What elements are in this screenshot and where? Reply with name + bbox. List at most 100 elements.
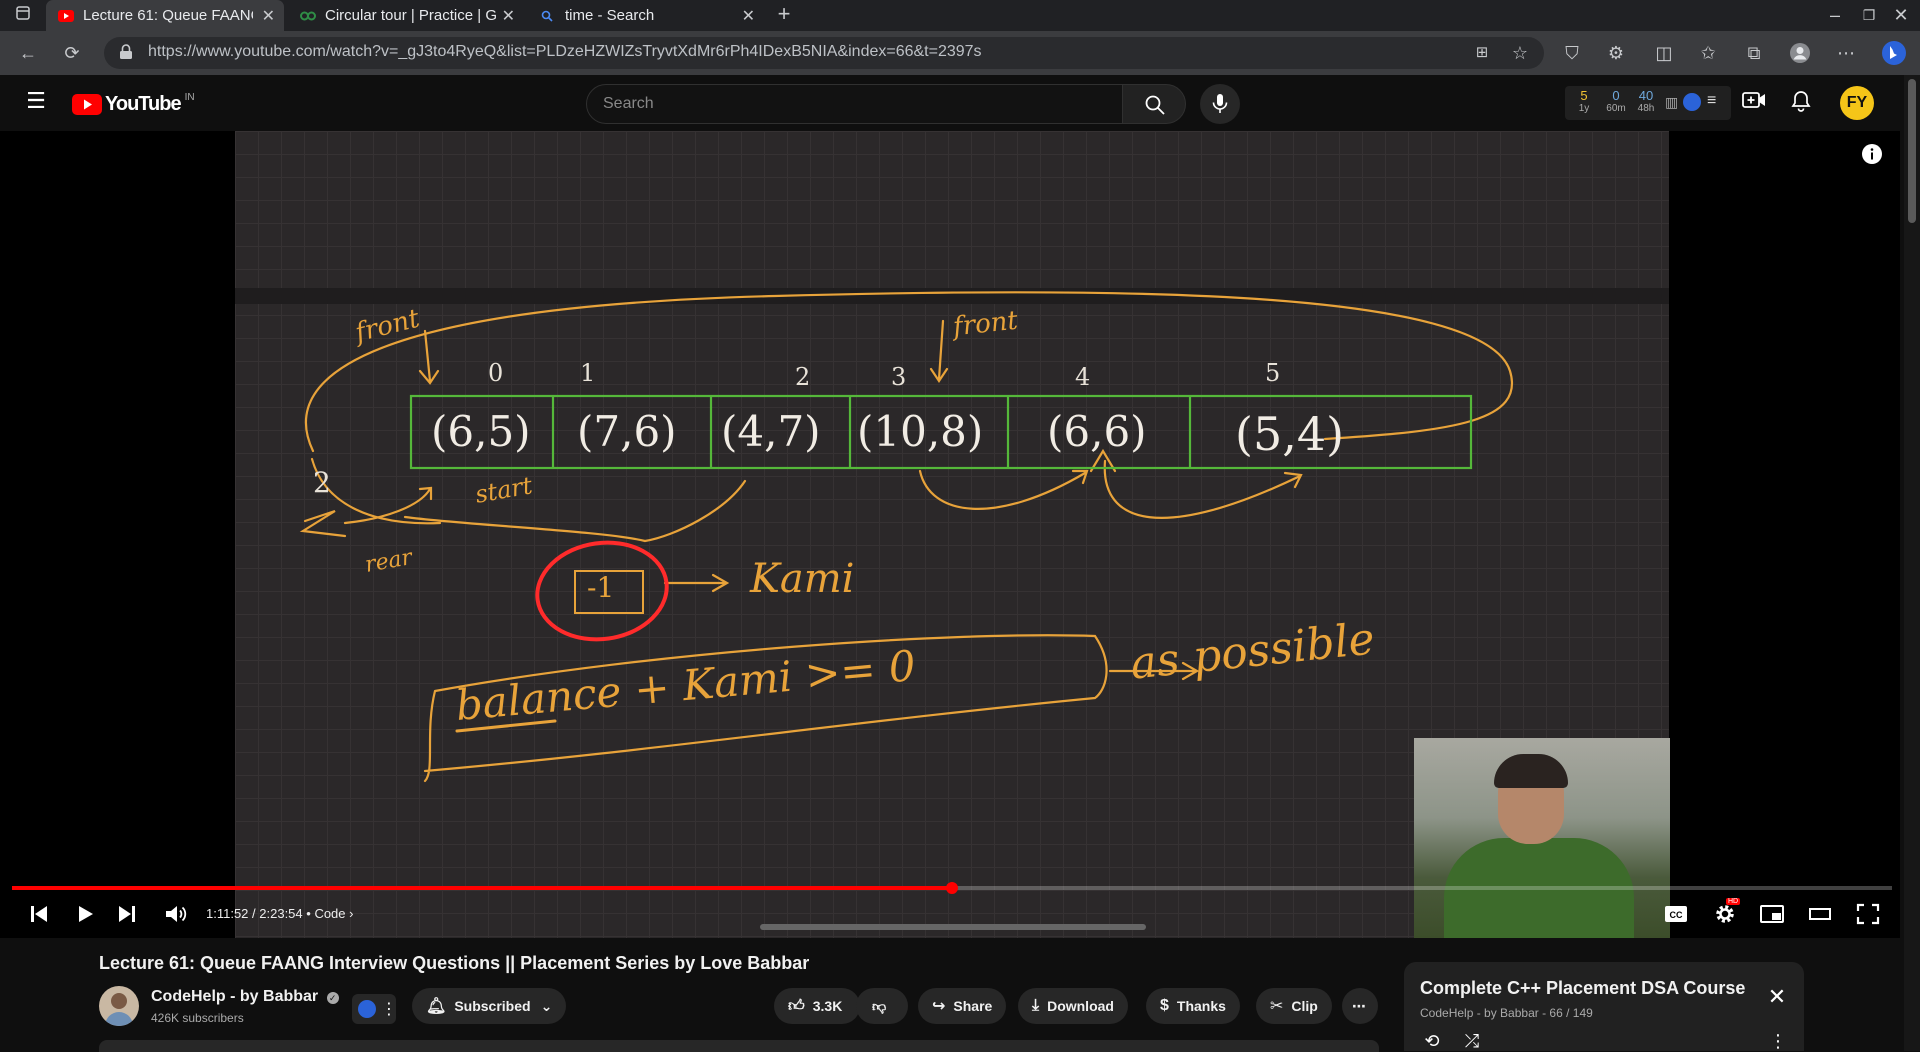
- chapter-title[interactable]: Code: [314, 906, 345, 921]
- previous-button[interactable]: [26, 900, 52, 928]
- scissors-icon: ✂: [1270, 998, 1284, 1015]
- skip-next-icon: [119, 906, 135, 922]
- webcam-overlay: [1414, 738, 1670, 938]
- duration: 2:23:54: [259, 906, 303, 921]
- reload-icon[interactable]: ⟳: [60, 42, 84, 64]
- close-icon[interactable]: ✕: [742, 6, 755, 26]
- index-label: 4: [1075, 363, 1091, 391]
- download-button[interactable]: ⤓ Download: [1018, 988, 1128, 1024]
- next-button[interactable]: [114, 900, 140, 928]
- extension-badge[interactable]: ⋮: [352, 994, 397, 1024]
- captions-button[interactable]: CC: [1662, 900, 1690, 928]
- youtube-logo[interactable]: YouTube IN: [72, 92, 195, 116]
- thumbs-up-icon: 👍︎: [788, 997, 805, 1015]
- close-icon[interactable]: ✕: [262, 6, 275, 26]
- tab-gfg-practice[interactable]: Circular tour | Practice | G ✕: [288, 0, 524, 31]
- clip-button[interactable]: ✂ Clip: [1256, 988, 1332, 1024]
- captions-icon: CC: [1665, 906, 1687, 922]
- collections-icon[interactable]: ⧉: [1742, 42, 1766, 64]
- copilot-icon[interactable]: [1880, 40, 1908, 68]
- favorites-icon[interactable]: ✩: [1696, 42, 1720, 64]
- chevron-right-icon[interactable]: ›: [349, 906, 353, 921]
- user-avatar[interactable]: FY: [1840, 86, 1874, 120]
- close-icon[interactable]: ✕: [502, 6, 515, 26]
- index-label: 3: [891, 363, 907, 391]
- close-playlist-icon[interactable]: ✕: [1764, 986, 1790, 1008]
- new-tab-icon[interactable]: +: [772, 3, 796, 27]
- index-label: 5: [1265, 359, 1281, 387]
- thanks-button[interactable]: $ Thanks: [1146, 988, 1240, 1024]
- volume-icon: [166, 906, 187, 922]
- url-text[interactable]: https://www.youtube.com/watch?v=_gJ3to4R…: [148, 43, 982, 61]
- miniplayer-button[interactable]: [1758, 900, 1786, 928]
- stat-60m: 0 60m: [1606, 88, 1626, 114]
- search-icon: [1145, 95, 1165, 115]
- tab-youtube-lecture[interactable]: Lecture 61: Queue FAANG ✕: [46, 0, 284, 31]
- subscribed-button[interactable]: 🔔︎ Subscribed ⌄: [412, 988, 567, 1024]
- voice-search-button[interactable]: [1200, 84, 1240, 124]
- tab-title: Circular tour | Practice | G: [325, 7, 498, 24]
- tab-time-search[interactable]: time - Search ✕: [528, 0, 764, 31]
- bell-icon: 🔔︎: [426, 998, 447, 1015]
- tab-title: time - Search: [565, 7, 655, 24]
- extension-logo-icon: [358, 1000, 376, 1018]
- list-icon[interactable]: ≡: [1707, 92, 1716, 110]
- tab-actions-icon[interactable]: [12, 4, 34, 26]
- tab-title: Lecture 61: Queue FAANG: [83, 7, 253, 24]
- skip-previous-icon: [31, 906, 47, 922]
- playlist-more-icon[interactable]: ⋮: [1766, 1030, 1790, 1052]
- share-button[interactable]: ↪ Share: [918, 988, 1007, 1024]
- search-input[interactable]: Search: [586, 84, 1124, 124]
- more-menu-icon[interactable]: ⋯: [1834, 42, 1858, 64]
- microphone-icon: [1212, 94, 1228, 113]
- mute-button[interactable]: [162, 900, 190, 928]
- label-two: 2: [313, 466, 331, 499]
- profile-icon[interactable]: [1788, 42, 1812, 69]
- channel-avatar[interactable]: [99, 986, 139, 1026]
- scrollbar-thumb[interactable]: [1908, 79, 1916, 223]
- extension-stats-widget[interactable]: 5 1y 0 60m 40 48h ▥ ≡: [1565, 86, 1731, 120]
- time-display: 1:11:52 / 2:23:54 • Code ›: [206, 906, 354, 921]
- hamburger-menu-icon[interactable]: ☰: [22, 90, 50, 112]
- restore-icon[interactable]: ❐: [1858, 4, 1880, 26]
- array-cell: (6,5): [431, 407, 531, 456]
- stat-48h: 40 48h: [1637, 88, 1655, 114]
- extension-logo-icon[interactable]: [1683, 93, 1701, 111]
- like-button[interactable]: 👍︎ 3.3K: [774, 988, 861, 1024]
- description-box[interactable]: [99, 1040, 1379, 1052]
- fullscreen-button[interactable]: [1854, 900, 1882, 928]
- hd-badge: HD: [1726, 898, 1741, 905]
- search-icon: [541, 10, 553, 22]
- chart-icon[interactable]: ▥: [1665, 94, 1678, 111]
- page-scrollbar[interactable]: [1904, 75, 1920, 1051]
- playlist-title[interactable]: Complete C++ Placement DSA Course: [1420, 978, 1745, 999]
- more-vertical-icon[interactable]: ⋮: [381, 999, 397, 1019]
- theater-mode-button[interactable]: [1806, 900, 1834, 928]
- index-label: 0: [488, 359, 504, 387]
- horizontal-scrollbar[interactable]: [760, 924, 1146, 930]
- favorite-star-icon[interactable]: ☆: [1508, 42, 1532, 64]
- app-available-icon[interactable]: ⊞: [1470, 42, 1494, 64]
- loop-icon[interactable]: ⟲: [1420, 1030, 1444, 1052]
- settings-button[interactable]: HD: [1710, 898, 1741, 928]
- split-screen-icon[interactable]: ◫: [1652, 42, 1676, 64]
- dislike-button[interactable]: 👎︎: [856, 988, 908, 1024]
- lock-icon[interactable]: [116, 43, 136, 65]
- play-icon: [79, 906, 93, 922]
- close-window-icon[interactable]: ✕: [1890, 4, 1912, 26]
- playlist-channel[interactable]: CodeHelp - by Babbar: [1420, 1006, 1539, 1020]
- minimize-icon[interactable]: –: [1824, 4, 1846, 26]
- play-button[interactable]: [72, 900, 98, 928]
- verified-icon: ✓: [326, 992, 339, 1004]
- more-actions-button[interactable]: ⋯: [1342, 988, 1378, 1024]
- back-icon[interactable]: ←: [16, 42, 40, 64]
- notifications-bell-icon[interactable]: [1788, 90, 1814, 117]
- shield-icon[interactable]: ⛉: [1560, 42, 1584, 64]
- shuffle-icon[interactable]: ⤮: [1460, 1030, 1484, 1052]
- extensions-icon[interactable]: ⚙: [1604, 42, 1628, 64]
- channel-name[interactable]: CodeHelp - by Babbar ✓: [151, 988, 339, 1006]
- search-button[interactable]: [1122, 84, 1186, 124]
- create-video-icon[interactable]: [1740, 90, 1768, 115]
- progress-scrubber[interactable]: [946, 882, 958, 894]
- info-icon[interactable]: [1860, 143, 1884, 167]
